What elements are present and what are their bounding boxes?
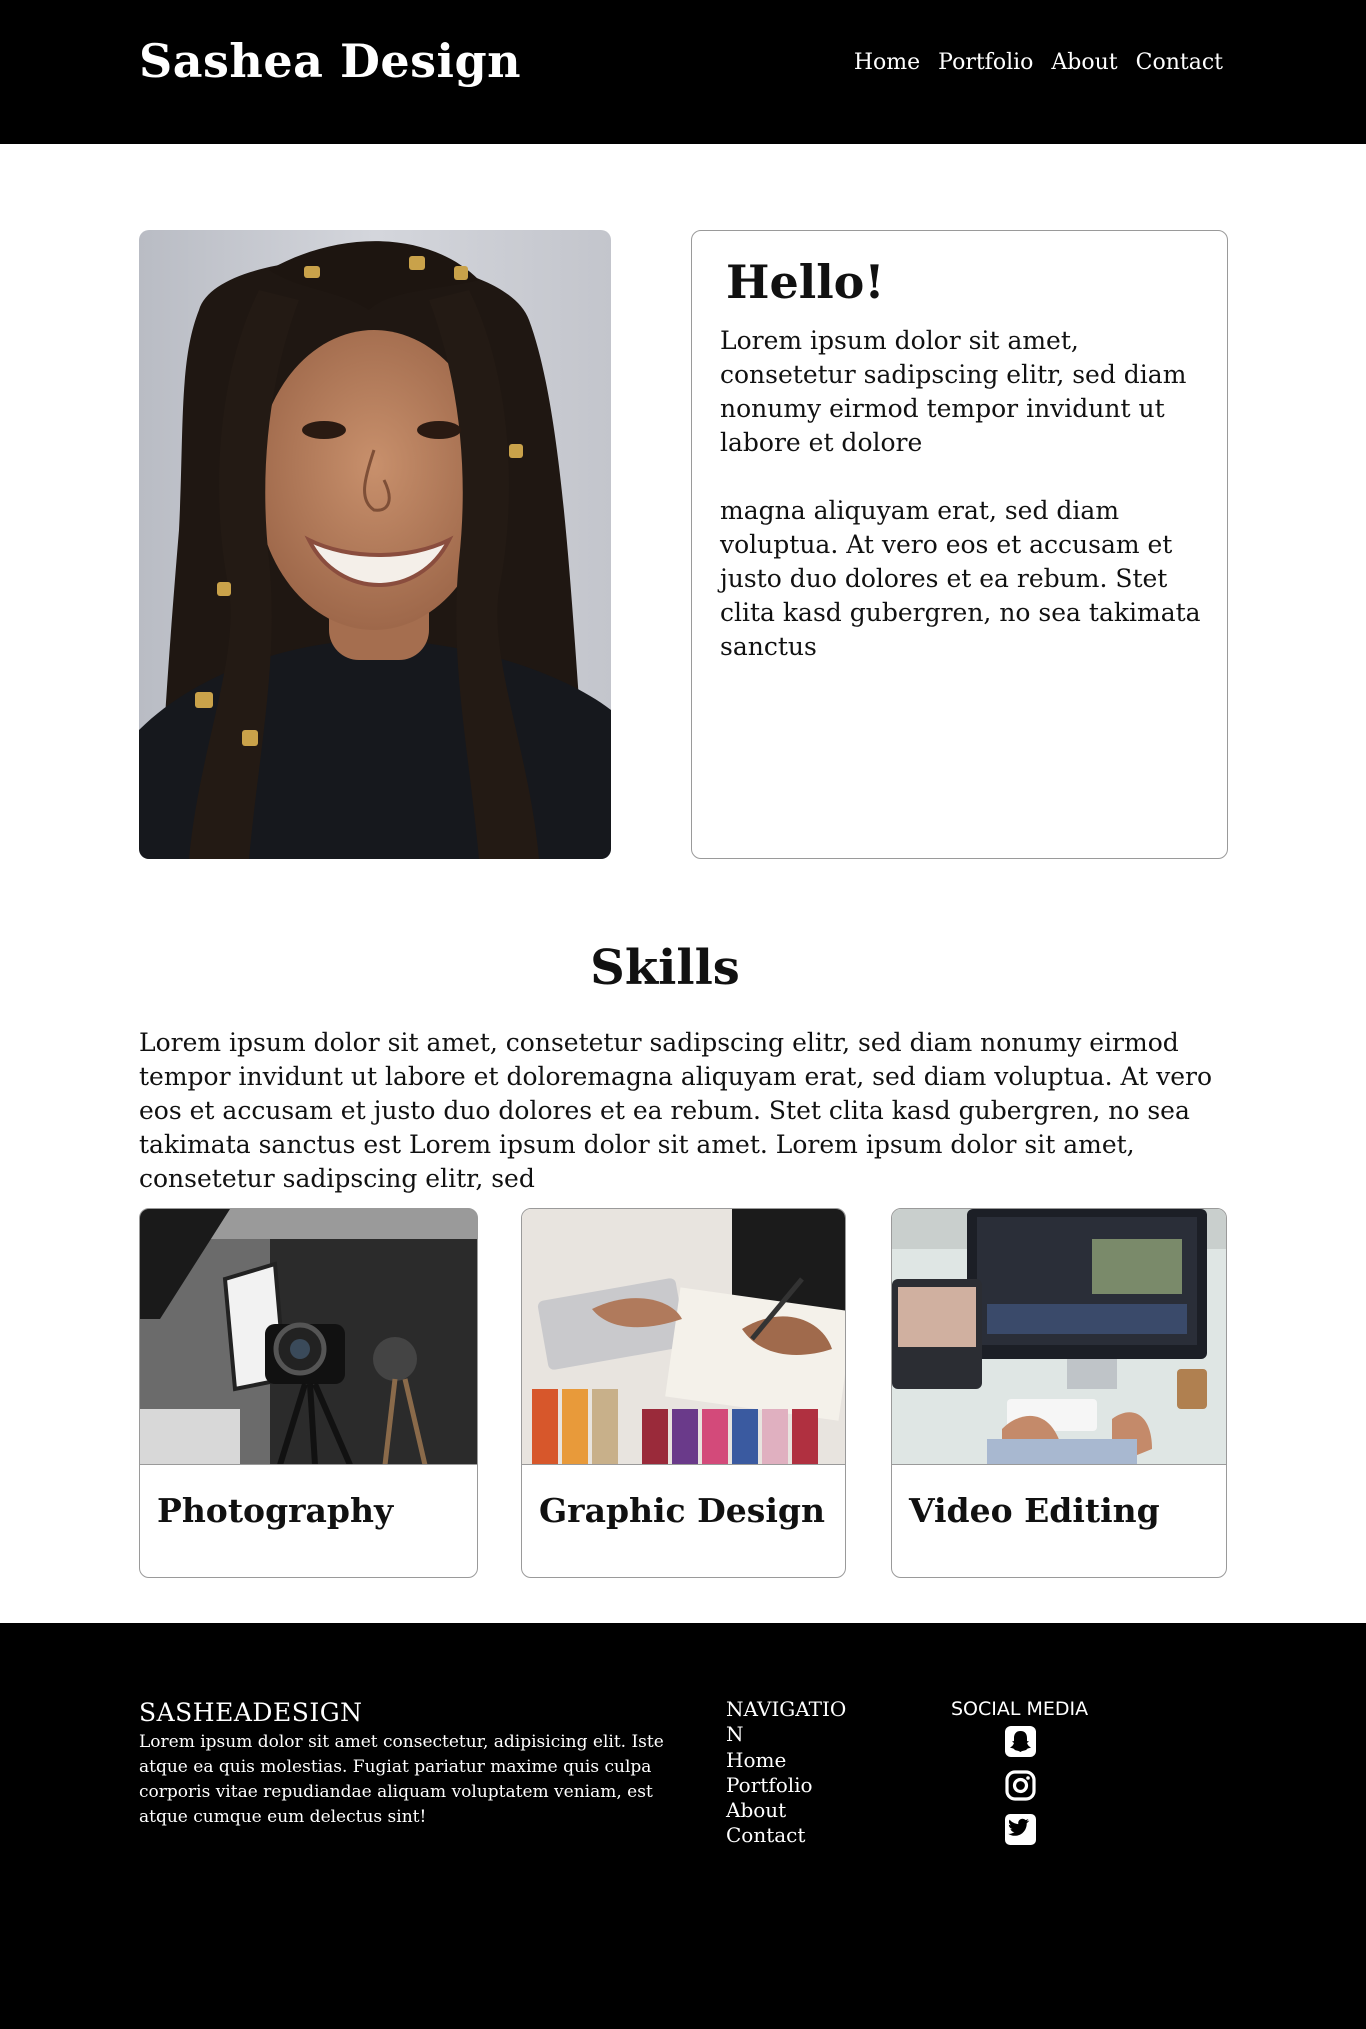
footer-nav-title: NAVIGATION xyxy=(726,1697,847,1746)
footer-nav-about[interactable]: About xyxy=(726,1798,813,1823)
skill-card-graphic-design[interactable]: Graphic Design xyxy=(521,1208,846,1578)
skills-title: Skills xyxy=(590,940,740,996)
footer-nav-contact[interactable]: Contact xyxy=(726,1823,813,1848)
footer-nav-portfolio[interactable]: Portfolio xyxy=(726,1773,813,1798)
photography-image xyxy=(140,1209,477,1465)
twitter-icon[interactable] xyxy=(1004,1813,1037,1846)
nav-link-contact[interactable]: Contact xyxy=(1136,50,1223,75)
site-logo[interactable]: Sashea Design xyxy=(139,34,521,88)
footer-about-text: Lorem ipsum dolor sit amet consectetur, … xyxy=(139,1732,664,1827)
video-editing-image xyxy=(892,1209,1226,1465)
graphic-design-image xyxy=(522,1209,845,1465)
footer-nav: Home Portfolio About Contact xyxy=(726,1748,813,1848)
intro-paragraph-2: magna aliquyam erat, sed diam voluptua. … xyxy=(720,495,1201,661)
intro-card: Hello! Lorem ipsum dolor sit amet, conse… xyxy=(691,230,1228,859)
nav-link-about[interactable]: About xyxy=(1051,50,1117,75)
skill-card-video-editing[interactable]: Video Editing xyxy=(891,1208,1227,1578)
portrait-photo xyxy=(139,230,611,859)
nav-link-home[interactable]: Home xyxy=(854,50,920,75)
intro-title: Hello! xyxy=(726,255,885,309)
main-nav: Home Portfolio About Contact xyxy=(854,50,1223,75)
skill-card-photography[interactable]: Photography xyxy=(139,1208,478,1578)
footer-social-title: SOCIAL MEDIA xyxy=(951,1698,1089,1720)
nav-link-portfolio[interactable]: Portfolio xyxy=(938,50,1033,75)
skill-label-graphic-design: Graphic Design xyxy=(539,1491,825,1530)
footer-nav-home[interactable]: Home xyxy=(726,1748,813,1773)
instagram-icon[interactable] xyxy=(1004,1769,1037,1802)
footer-brand: SASHEADESIGN xyxy=(139,1698,363,1727)
skills-description: Lorem ipsum dolor sit amet, consetetur s… xyxy=(139,1028,1213,1193)
skill-label-video-editing: Video Editing xyxy=(909,1491,1160,1530)
skill-label-photography: Photography xyxy=(157,1491,394,1530)
site-header: Sashea Design Home Portfolio About Conta… xyxy=(0,0,1366,144)
intro-paragraph-1: Lorem ipsum dolor sit amet, consetetur s… xyxy=(720,325,1187,457)
social-icons xyxy=(1004,1725,1037,1846)
snapchat-icon[interactable] xyxy=(1004,1725,1037,1758)
site-footer: SASHEADESIGN Lorem ipsum dolor sit amet … xyxy=(0,1623,1366,2029)
